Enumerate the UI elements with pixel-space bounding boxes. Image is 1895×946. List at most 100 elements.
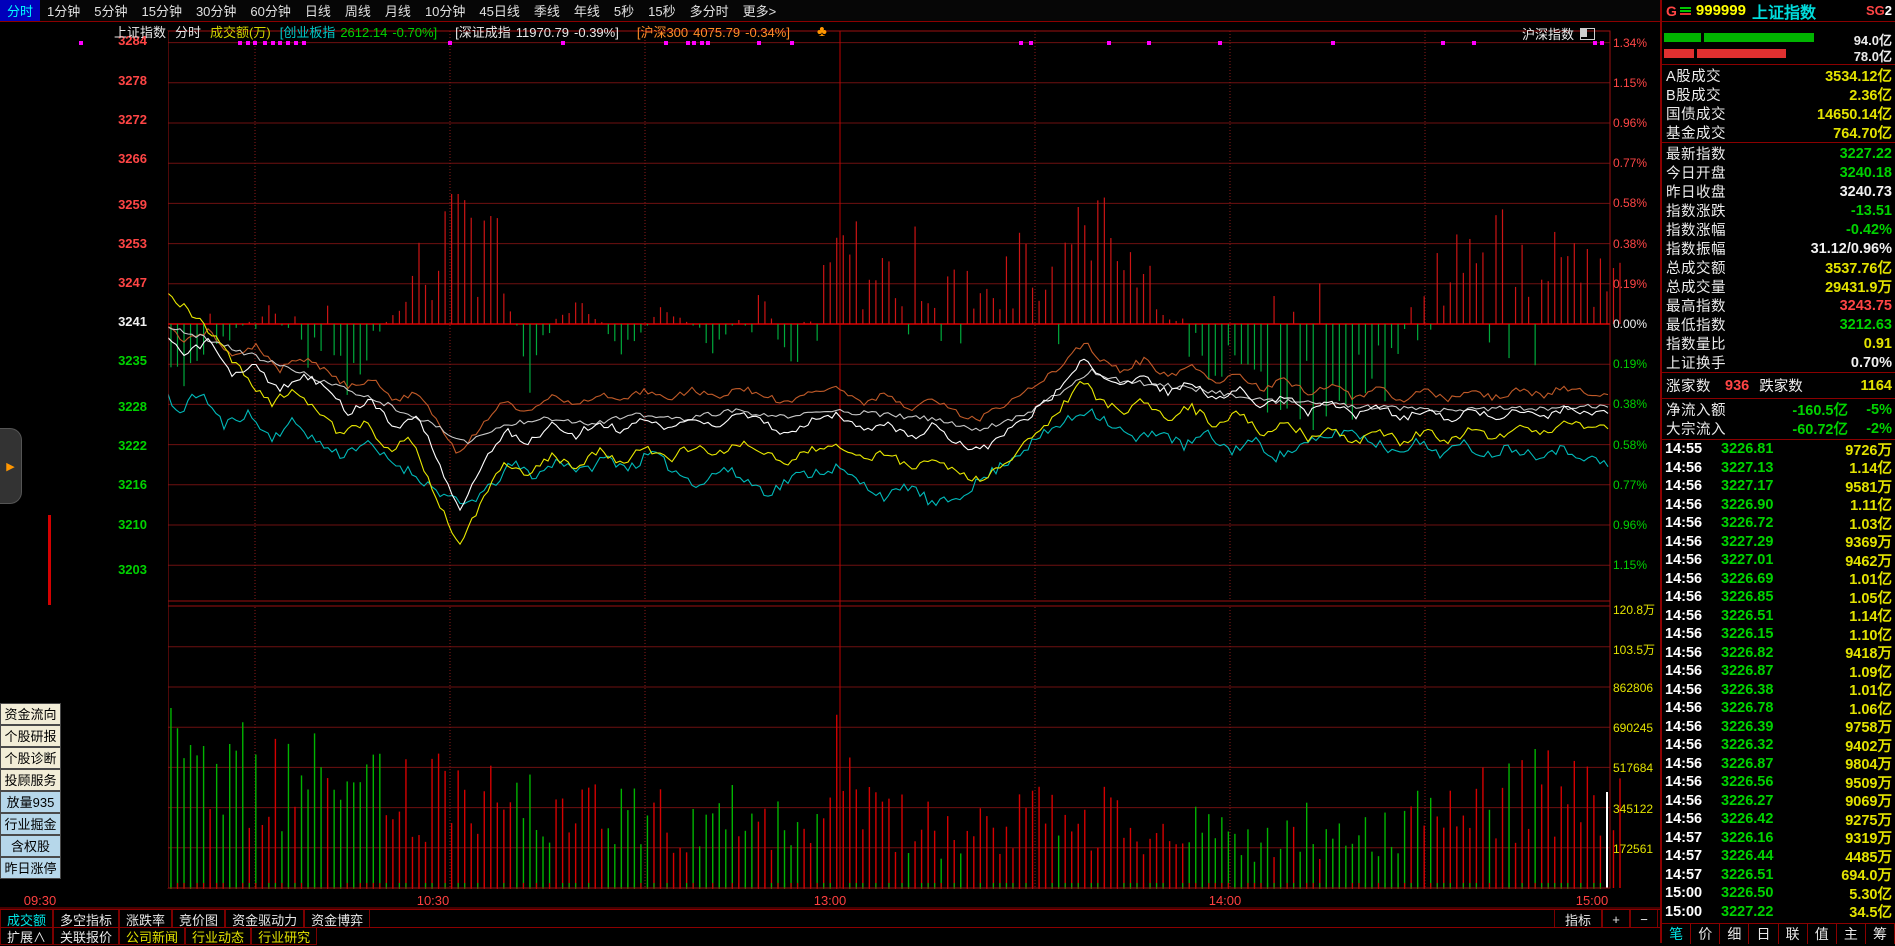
tick-row[interactable]: 14:56 3226.87 1.09亿 xyxy=(1662,662,1895,681)
tick-time: 14:57 xyxy=(1665,848,1703,865)
bottom-tab-扩展∧[interactable]: 扩展∧ xyxy=(0,928,54,945)
side-button-个股研报[interactable]: 个股研报 xyxy=(0,725,61,747)
tick-row[interactable]: 14:57 3226.51 694.0万 xyxy=(1662,866,1895,885)
tick-row[interactable]: 14:57 3226.16 9319万 xyxy=(1662,829,1895,848)
period-年线[interactable]: 年线 xyxy=(567,0,607,21)
tick-row[interactable]: 14:56 3226.69 1.01亿 xyxy=(1662,570,1895,589)
tick-row[interactable]: 14:56 3226.15 1.10亿 xyxy=(1662,625,1895,644)
tick-row[interactable]: 14:56 3226.27 9069万 xyxy=(1662,792,1895,811)
signal-dot-icon xyxy=(237,41,242,45)
panel-tab-联[interactable]: 联 xyxy=(1779,924,1808,944)
row-value: 3212.63 xyxy=(1839,316,1892,333)
row-label: 总成交量 xyxy=(1666,280,1726,296)
tick-time: 14:56 xyxy=(1665,755,1703,772)
period-季线[interactable]: 季线 xyxy=(527,0,567,21)
tick-row[interactable]: 14:56 3226.72 1.03亿 xyxy=(1662,514,1895,533)
tick-row[interactable]: 14:56 3227.01 9462万 xyxy=(1662,551,1895,570)
tick-price: 3226.78 xyxy=(1721,700,1774,717)
tick-row[interactable]: 14:56 3226.42 9275万 xyxy=(1662,810,1895,829)
period-更多>[interactable]: 更多> xyxy=(736,0,784,21)
period-5秒[interactable]: 5秒 xyxy=(607,0,641,21)
tick-price: 3226.87 xyxy=(1721,663,1774,680)
tick-row[interactable]: 14:57 3226.44 4485万 xyxy=(1662,847,1895,866)
window-split-icon[interactable] xyxy=(1580,27,1596,40)
tick-row[interactable]: 14:56 3226.90 1.11亿 xyxy=(1662,496,1895,515)
pct-axis-label: 0.19% xyxy=(1613,357,1648,372)
bottom-tab-行业动态[interactable]: 行业动态 xyxy=(185,928,252,945)
intraday-chart[interactable] xyxy=(0,0,1660,943)
bottom-tab-公司新闻[interactable]: 公司新闻 xyxy=(119,928,186,945)
index-name: [沪深300 xyxy=(636,24,689,40)
alert-icon[interactable]: ♣ xyxy=(817,23,827,40)
tick-row[interactable]: 14:56 3227.13 1.14亿 xyxy=(1662,459,1895,478)
side-button-个股诊断[interactable]: 个股诊断 xyxy=(0,747,61,769)
side-button-昨日涨停[interactable]: 昨日涨停 xyxy=(0,857,61,879)
updown-row: 涨家数 936 跌家数 1164 xyxy=(1662,376,1895,396)
period-45日线[interactable]: 45日线 xyxy=(472,0,526,21)
tick-price: 3227.17 xyxy=(1721,478,1774,495)
period-1分钟[interactable]: 1分钟 xyxy=(40,0,87,21)
period-60分钟[interactable]: 60分钟 xyxy=(243,0,297,21)
signal-dot-icon xyxy=(691,41,696,45)
overlay-selector[interactable]: 沪深指数 xyxy=(1522,24,1596,43)
panel-tab-价[interactable]: 价 xyxy=(1691,924,1721,944)
period-分时[interactable]: 分时 xyxy=(0,0,41,21)
tick-row[interactable]: 14:56 3226.32 9402万 xyxy=(1662,736,1895,755)
panel-tab-主[interactable]: 主 xyxy=(1837,924,1866,944)
tick-row[interactable]: 15:00 3227.22 34.5亿 xyxy=(1662,903,1895,922)
tick-time: 14:56 xyxy=(1665,700,1703,717)
side-button-含权股[interactable]: 含权股 xyxy=(0,835,61,857)
sidebar-collapse-handle[interactable]: ▶ xyxy=(0,428,22,504)
tick-price: 3226.51 xyxy=(1721,866,1774,883)
tick-row[interactable]: 14:56 3226.87 9804万 xyxy=(1662,755,1895,774)
period-10分钟[interactable]: 10分钟 xyxy=(418,0,472,21)
panel-tab-细[interactable]: 细 xyxy=(1720,924,1750,944)
sell-bar-segment xyxy=(1664,49,1695,58)
tick-row[interactable]: 14:56 3226.78 1.06亿 xyxy=(1662,699,1895,718)
menu-icon[interactable] xyxy=(1679,6,1691,16)
panel-tab-笔[interactable]: 笔 xyxy=(1662,924,1692,944)
panel-tab-值[interactable]: 值 xyxy=(1808,924,1837,944)
row-label: 国债成交 xyxy=(1666,107,1726,123)
tick-row[interactable]: 14:56 3227.29 9369万 xyxy=(1662,533,1895,552)
price-axis-label: 3272 xyxy=(118,111,147,127)
period-15秒[interactable]: 15秒 xyxy=(641,0,682,21)
period-日线[interactable]: 日线 xyxy=(298,0,338,21)
tick-row[interactable]: 14:56 3226.51 1.14亿 xyxy=(1662,607,1895,626)
side-button-放量935[interactable]: 放量935 xyxy=(0,791,61,813)
row-value: 29431.9万 xyxy=(1825,280,1892,296)
tick-row[interactable]: 14:56 3226.38 1.01亿 xyxy=(1662,681,1895,700)
pct-axis-label: 0.19% xyxy=(1613,276,1648,291)
panel-tab-日[interactable]: 日 xyxy=(1749,924,1779,944)
index-quotes: [创业板指 2612.14 -0.70%] [深证成指 11970.79 -0.39%][… xyxy=(280,22,808,41)
bottom-tab-行业研究[interactable]: 行业研究 xyxy=(251,928,318,945)
period-多分时[interactable]: 多分时 xyxy=(683,0,736,21)
side-button-资金流向[interactable]: 资金流向 xyxy=(0,703,61,725)
period-30分钟[interactable]: 30分钟 xyxy=(189,0,243,21)
flow-value: -160.5亿 xyxy=(1792,403,1848,419)
tick-row[interactable]: 15:00 3226.50 5.30亿 xyxy=(1662,884,1895,903)
tick-time: 14:57 xyxy=(1665,866,1703,883)
bottom-tab-关联报价[interactable]: 关联报价 xyxy=(53,928,120,945)
tick-row[interactable]: 14:56 3226.56 9509万 xyxy=(1662,773,1895,792)
chart-symbol-name: 上证指数 xyxy=(114,24,167,40)
period-周线[interactable]: 周线 xyxy=(338,0,378,21)
chart-mode[interactable]: 分时 xyxy=(175,22,201,41)
tick-row[interactable]: 14:56 3226.82 9418万 xyxy=(1662,644,1895,663)
chart-indicator[interactable]: 成交额(万) xyxy=(210,22,271,41)
period-5分钟[interactable]: 5分钟 xyxy=(87,0,134,21)
side-button-行业掘金[interactable]: 行业掘金 xyxy=(0,813,61,835)
tick-time: 14:56 xyxy=(1665,552,1703,569)
tick-row[interactable]: 14:55 3226.81 9726万 xyxy=(1662,440,1895,459)
period-15分钟[interactable]: 15分钟 xyxy=(134,0,188,21)
tick-time: 14:56 xyxy=(1665,626,1703,643)
pct-axis-label: 0.38% xyxy=(1613,236,1648,251)
flow-row-净流入额: 净流入额 -160.5亿 -5% xyxy=(1662,400,1895,420)
side-button-投顾服务[interactable]: 投顾服务 xyxy=(0,769,61,791)
tick-row[interactable]: 14:56 3227.17 9581万 xyxy=(1662,477,1895,496)
panel-tab-筹[interactable]: 筹 xyxy=(1866,924,1895,944)
tick-row[interactable]: 14:56 3226.85 1.05亿 xyxy=(1662,588,1895,607)
panel-row-最低指数: 最低指数 3212.63 xyxy=(1662,315,1895,335)
tick-row[interactable]: 14:56 3226.39 9758万 xyxy=(1662,718,1895,737)
period-月线[interactable]: 月线 xyxy=(378,0,418,21)
